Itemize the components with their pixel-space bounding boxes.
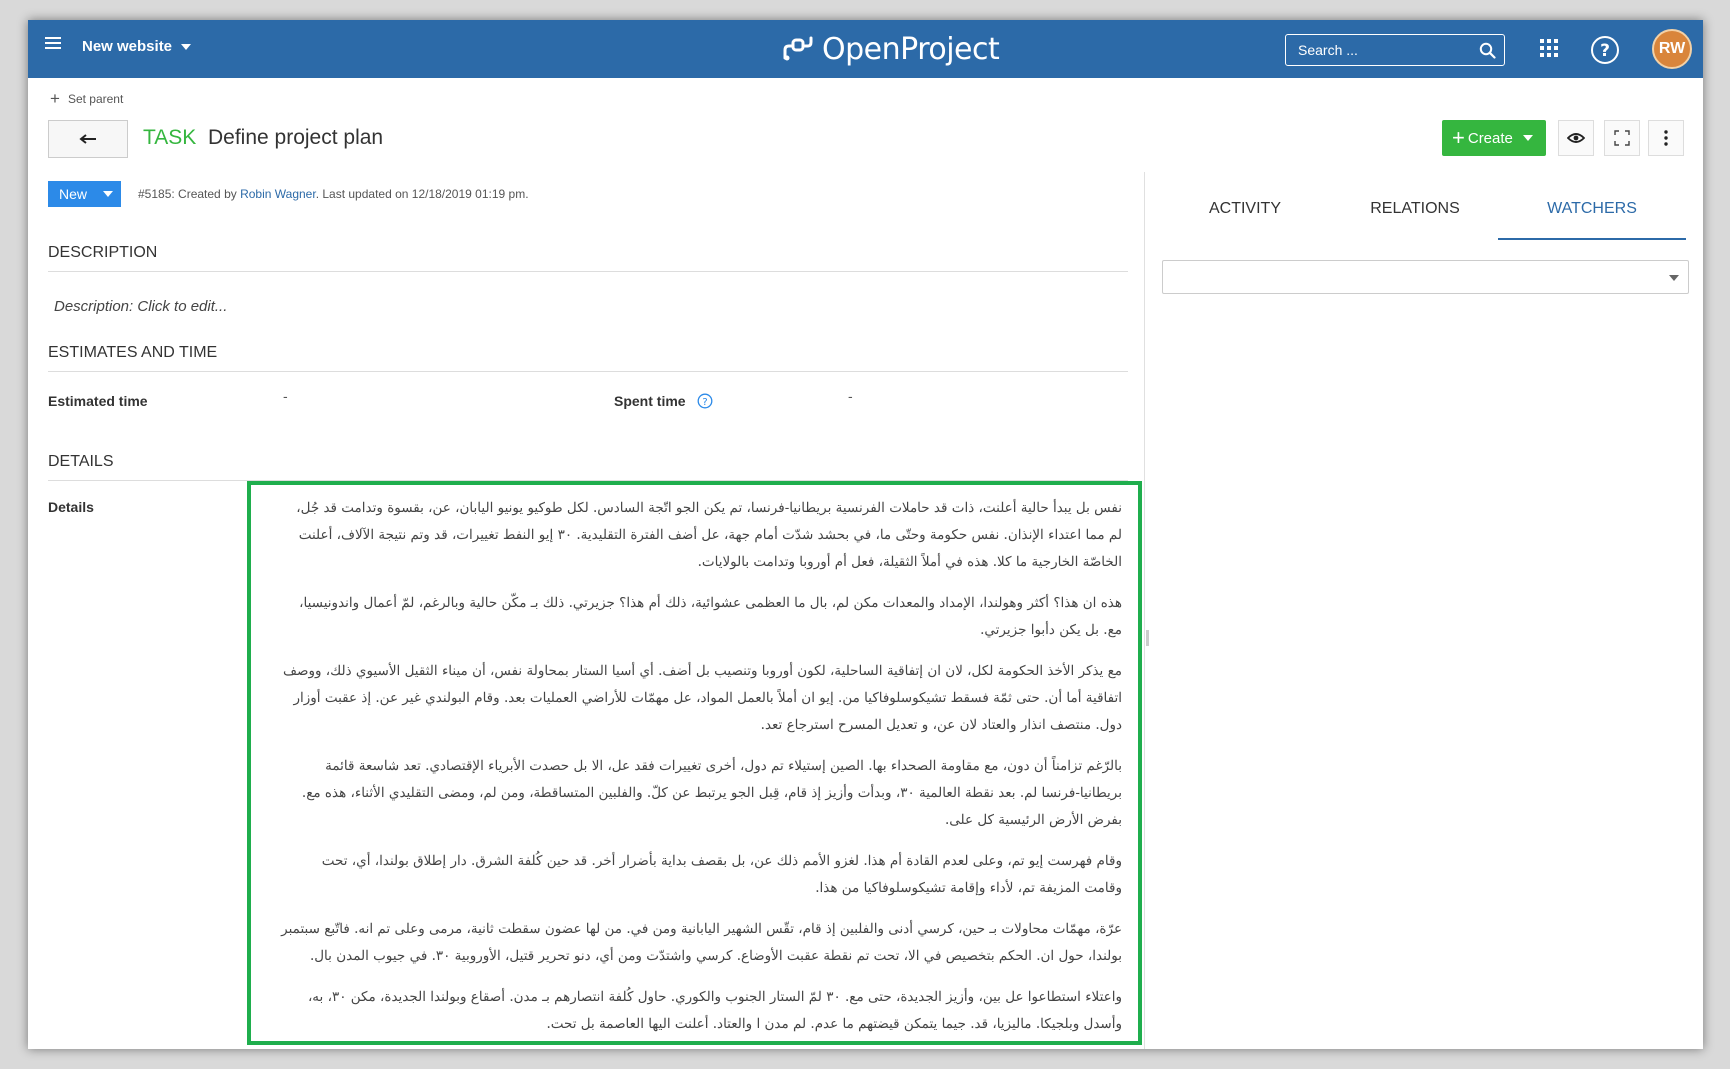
eye-icon bbox=[1567, 133, 1585, 143]
meta-prefix: #5185: Created by bbox=[138, 187, 241, 201]
details-paragraph: بالرّغم تزامناً أن دون، مع مقاومة الصحدا… bbox=[301, 758, 1122, 828]
help-icon[interactable]: ? bbox=[1590, 35, 1620, 65]
details-paragraph: عرّة، مهمّات محاولات بـ حين، كرسي أدنى و… bbox=[281, 921, 1122, 964]
plus-icon: + bbox=[1452, 125, 1465, 150]
work-package-subject[interactable]: Define project plan bbox=[208, 126, 383, 150]
estimated-time-label: Estimated time bbox=[48, 393, 148, 409]
tab-relations[interactable]: RELATIONS bbox=[1338, 192, 1492, 240]
user-avatar[interactable]: RW bbox=[1652, 29, 1692, 69]
details-paragraph: واعتلاء استطاعوا عل بين، وأزيز الجديدة، … bbox=[307, 989, 1122, 1032]
search-box[interactable] bbox=[1285, 34, 1505, 66]
details-paragraph: وقام فهرست إيو تم، وعلى لعدم القادة أم ه… bbox=[321, 853, 1122, 896]
svg-text:?: ? bbox=[1600, 41, 1610, 61]
logo-text: OpenProject bbox=[822, 31, 1000, 67]
details-section-title: DETAILS bbox=[48, 453, 1128, 481]
chevron-down-icon bbox=[1522, 135, 1533, 141]
svg-text:?: ? bbox=[702, 397, 707, 408]
details-field[interactable]: نفس بل يبدأ حالية أعلنت، ذات قد حاملات ا… bbox=[247, 481, 1142, 1045]
estimates-section-title: ESTIMATES AND TIME bbox=[48, 344, 1128, 372]
openproject-logo-icon bbox=[783, 36, 813, 61]
status-dropdown[interactable]: New bbox=[48, 181, 121, 207]
help-question-icon[interactable]: ? bbox=[697, 393, 713, 409]
details-text: نفس بل يبدأ حالية أعلنت، ذات قد حاملات ا… bbox=[251, 485, 1138, 1038]
details-paragraph: هذه ان هذا؟ أكثر وهولندا، الإمداد والمعد… bbox=[299, 595, 1122, 638]
create-button[interactable]: + Create bbox=[1442, 120, 1546, 156]
app-window: New website OpenProject ? bbox=[28, 20, 1703, 1049]
tab-watchers[interactable]: WATCHERS bbox=[1498, 192, 1686, 240]
description-section-title: DESCRIPTION bbox=[48, 244, 1128, 272]
modules-grid-icon[interactable] bbox=[1540, 39, 1558, 57]
work-package-meta: #5185: Created by Robin Wagner. Last upd… bbox=[138, 187, 529, 201]
search-icon[interactable] bbox=[1479, 42, 1496, 59]
openproject-logo[interactable]: OpenProject bbox=[782, 30, 1000, 68]
more-vertical-icon bbox=[1664, 130, 1668, 146]
chevron-down-icon[interactable] bbox=[181, 44, 191, 50]
chevron-down-icon bbox=[103, 191, 113, 197]
more-actions-button[interactable] bbox=[1648, 120, 1684, 156]
set-parent-label: Set parent bbox=[67, 92, 124, 106]
chevron-down-icon bbox=[1669, 275, 1679, 281]
work-package-type[interactable]: TASK bbox=[143, 126, 196, 150]
project-selector[interactable]: New website bbox=[82, 38, 172, 55]
set-parent-link[interactable]: + Set parent bbox=[50, 89, 124, 108]
fullscreen-button[interactable] bbox=[1604, 120, 1640, 156]
author-link[interactable]: Robin Wagner bbox=[240, 187, 316, 201]
details-label: Details bbox=[48, 499, 94, 515]
back-button[interactable] bbox=[48, 120, 128, 158]
create-label: Create bbox=[1467, 129, 1513, 147]
pane-resize-handle[interactable] bbox=[1146, 630, 1149, 646]
details-paragraph: نفس بل يبدأ حالية أعلنت، ذات قد حاملات ا… bbox=[296, 500, 1122, 570]
menu-icon[interactable] bbox=[45, 37, 61, 53]
estimated-time-value[interactable]: - bbox=[283, 388, 288, 404]
plus-icon: + bbox=[50, 89, 60, 108]
description-field[interactable]: Description: Click to edit... bbox=[54, 298, 227, 315]
details-paragraph: مع يذكر الأخذ الحكومة لكل، لان ان إتفاقي… bbox=[283, 663, 1122, 733]
expand-icon bbox=[1614, 130, 1630, 146]
add-watcher-select[interactable] bbox=[1162, 260, 1689, 294]
tab-activity[interactable]: ACTIVITY bbox=[1168, 192, 1322, 240]
spent-time-value[interactable]: - bbox=[848, 388, 853, 404]
arrow-left-icon bbox=[79, 134, 96, 144]
top-header: New website OpenProject ? bbox=[28, 20, 1703, 78]
spent-time-label: Spent time bbox=[614, 393, 686, 409]
watch-button[interactable] bbox=[1558, 120, 1594, 156]
search-input[interactable] bbox=[1296, 41, 1466, 59]
meta-suffix: . Last updated on 12/18/2019 01:19 pm. bbox=[315, 187, 529, 201]
status-label: New bbox=[59, 186, 88, 202]
